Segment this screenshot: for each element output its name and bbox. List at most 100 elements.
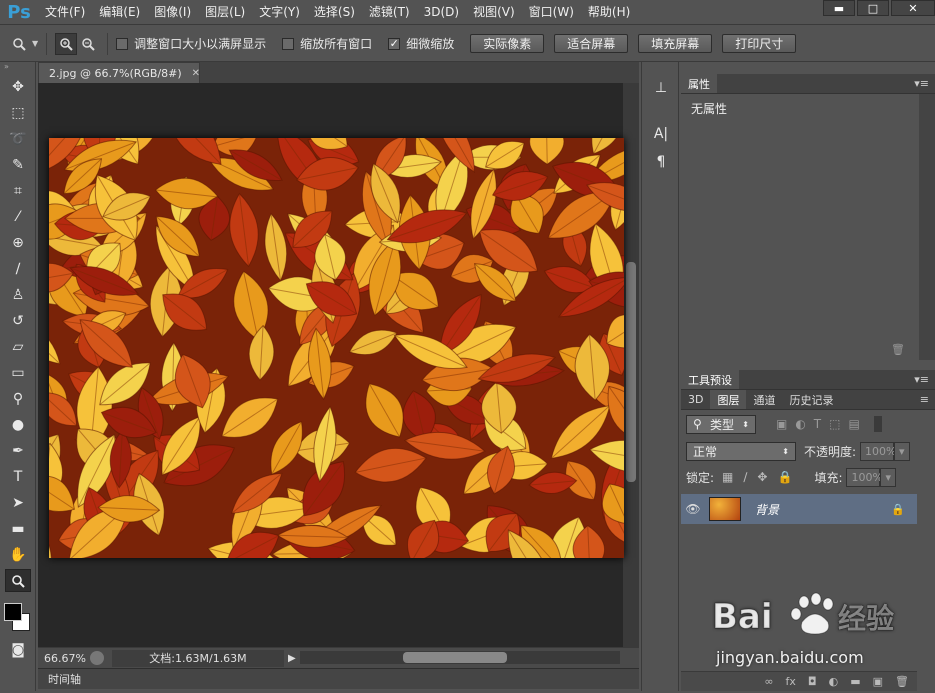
close-tab-icon[interactable]: ✕ [192, 68, 200, 79]
horizontal-scroll-thumb[interactable] [403, 652, 507, 663]
fx-icon[interactable]: fx [786, 675, 796, 688]
menu-edit[interactable]: 编辑(E) [92, 0, 147, 25]
link-icon[interactable]: ∞ [764, 675, 773, 688]
scrubby-zoom-checkbox[interactable]: ✓ 细微缩放 [388, 35, 454, 52]
chevron-down-icon[interactable]: ▾ [894, 441, 911, 461]
checkbox-box[interactable] [282, 37, 295, 50]
brush-tool-icon[interactable]: ∕ [5, 257, 31, 280]
zoom-tool-preset-icon[interactable] [8, 33, 30, 55]
zoom-level[interactable]: 66.67% [38, 652, 90, 665]
rectangle-tool-icon[interactable]: ▬ [5, 517, 31, 540]
tab-tool-presets[interactable]: 工具预设 [681, 370, 739, 389]
menu-help[interactable]: 帮助(H) [581, 0, 637, 25]
fill-field[interactable]: 100% [846, 467, 883, 487]
actual-pixels-button[interactable]: 实际像素 [470, 34, 545, 53]
checkbox-box[interactable] [116, 37, 129, 50]
resize-windows-checkbox[interactable]: 调整窗口大小以满屏显示 [116, 35, 266, 52]
zoom-in-icon[interactable] [55, 32, 78, 55]
gradient-tool-icon[interactable]: ▭ [5, 361, 31, 384]
fit-screen-button[interactable]: 适合屏幕 [554, 34, 629, 53]
tab-properties[interactable]: 属性 [681, 74, 717, 93]
mask-icon[interactable]: ◘ [808, 675, 817, 688]
menu-file[interactable]: 文件(F) [38, 0, 92, 25]
menu-filter[interactable]: 滤镜(T) [362, 0, 417, 25]
properties-scrollbar[interactable] [919, 94, 935, 360]
pen-tool-icon[interactable]: ✒ [5, 439, 31, 462]
foreground-color-swatch[interactable] [4, 603, 22, 621]
lasso-tool-icon[interactable]: ➰ [5, 127, 31, 150]
lock-icons[interactable]: ▦∕✥🔒 [722, 470, 802, 484]
zoom-out-icon[interactable] [77, 33, 99, 55]
clone-stamp-icon[interactable]: ♙ [5, 283, 31, 306]
timeline-panel[interactable]: 时间轴 [38, 668, 639, 689]
panel-menu-icon[interactable]: ▾≡ [914, 77, 929, 90]
document-tab[interactable]: 2.jpg @ 66.7%(RGB/8#) ✕ [38, 62, 200, 83]
type-tool-icon[interactable]: T [5, 465, 31, 488]
zoom-all-checkbox[interactable]: 缩放所有窗口 [282, 35, 372, 52]
menu-3d[interactable]: 3D(D) [417, 0, 466, 25]
color-swatches[interactable] [0, 595, 35, 635]
hand-tool-icon[interactable]: ✋ [5, 543, 31, 566]
history-brush-icon[interactable]: ↺ [5, 309, 31, 332]
tool-presets-icon[interactable]: ⊥ [647, 76, 675, 100]
panel-menu-icon[interactable]: ▾≡ [914, 373, 929, 386]
new-layer-icon[interactable]: ▣ [873, 675, 883, 688]
timeline-label[interactable]: 时间轴 [48, 671, 81, 687]
menu-layer[interactable]: 图层(L) [198, 0, 252, 25]
lock-icon: 🔒 [891, 502, 905, 516]
chevron-down-icon[interactable]: ▾ [880, 467, 897, 487]
fill-screen-button[interactable]: 填充屏幕 [638, 34, 713, 53]
autumn-leaves-image[interactable] [49, 138, 624, 558]
checkmark-icon[interactable]: ✓ [388, 37, 401, 50]
filter-toggle[interactable] [873, 416, 882, 432]
svg-text:经验: 经验 [838, 602, 894, 635]
chevron-down-icon: ⬍ [742, 419, 749, 429]
layer-filter-dropdown[interactable]: ⚲ 类型 ⬍ [686, 414, 756, 434]
trash-icon[interactable]: 🗑 [891, 343, 905, 356]
close-button[interactable]: ✕ [891, 0, 935, 16]
chevron-down-icon[interactable]: ▼ [32, 39, 38, 48]
path-select-icon[interactable]: ➤ [5, 491, 31, 514]
tab-channels[interactable]: 通道 [746, 390, 782, 409]
menu-view[interactable]: 视图(V) [466, 0, 522, 25]
scrubby-zoom-label: 细微缩放 [406, 37, 455, 51]
vertical-scroll-thumb[interactable] [626, 262, 636, 482]
adjustment-icon[interactable]: ◐ [829, 675, 839, 688]
marquee-tool-icon[interactable]: ⬚ [5, 101, 31, 124]
blur-tool-icon[interactable]: ⚲ [5, 387, 31, 410]
blend-mode-dropdown[interactable]: 正常 ⬍ [686, 441, 796, 461]
tab-history[interactable]: 历史记录 [782, 390, 840, 409]
character-icon[interactable]: A| [647, 122, 675, 146]
play-icon[interactable]: ▶ [288, 653, 296, 664]
move-tool-icon[interactable]: ✥ [5, 75, 31, 98]
eyedropper-tool-icon[interactable]: ⁄ [5, 205, 31, 228]
print-size-button[interactable]: 打印尺寸 [722, 34, 797, 53]
paragraph-icon[interactable]: ¶ [647, 150, 675, 174]
healing-brush-icon[interactable]: ⊕ [5, 231, 31, 254]
menu-window[interactable]: 窗口(W) [522, 0, 581, 25]
eraser-tool-icon[interactable]: ▱ [5, 335, 31, 358]
trash-icon[interactable]: 🗑 [895, 675, 909, 688]
quick-mask-icon[interactable]: ◙ [5, 638, 31, 661]
menu-type[interactable]: 文字(Y) [252, 0, 307, 25]
menu-image[interactable]: 图像(I) [147, 0, 198, 25]
opacity-label: 不透明度: [804, 444, 857, 459]
minimize-button[interactable]: ▬ [823, 0, 855, 16]
crop-tool-icon[interactable]: ⌗ [5, 179, 31, 202]
status-menu-icon[interactable] [90, 651, 104, 665]
eye-icon[interactable]: 👁 [681, 502, 705, 516]
filter-icons[interactable]: ▣◐T⬚▤ [776, 417, 868, 431]
layer-row-background[interactable]: 👁 背景 🔒 [681, 494, 917, 524]
maximize-button[interactable]: □ [857, 0, 889, 16]
dodge-tool-icon[interactable]: ● [5, 413, 31, 436]
collapse-icon[interactable]: » [0, 62, 35, 72]
menu-select[interactable]: 选择(S) [307, 0, 362, 25]
zoom-tool-icon[interactable] [5, 569, 31, 592]
folder-icon[interactable]: ▬ [850, 675, 860, 688]
layer-name[interactable]: 背景 [755, 501, 779, 518]
quick-select-tool-icon[interactable]: ✎ [5, 153, 31, 176]
tab-layers[interactable]: 图层 [710, 390, 747, 409]
tab-3d[interactable]: 3D [681, 390, 710, 409]
opacity-field[interactable]: 100% [860, 441, 897, 461]
panel-menu-icon[interactable]: ≡ [920, 393, 929, 406]
